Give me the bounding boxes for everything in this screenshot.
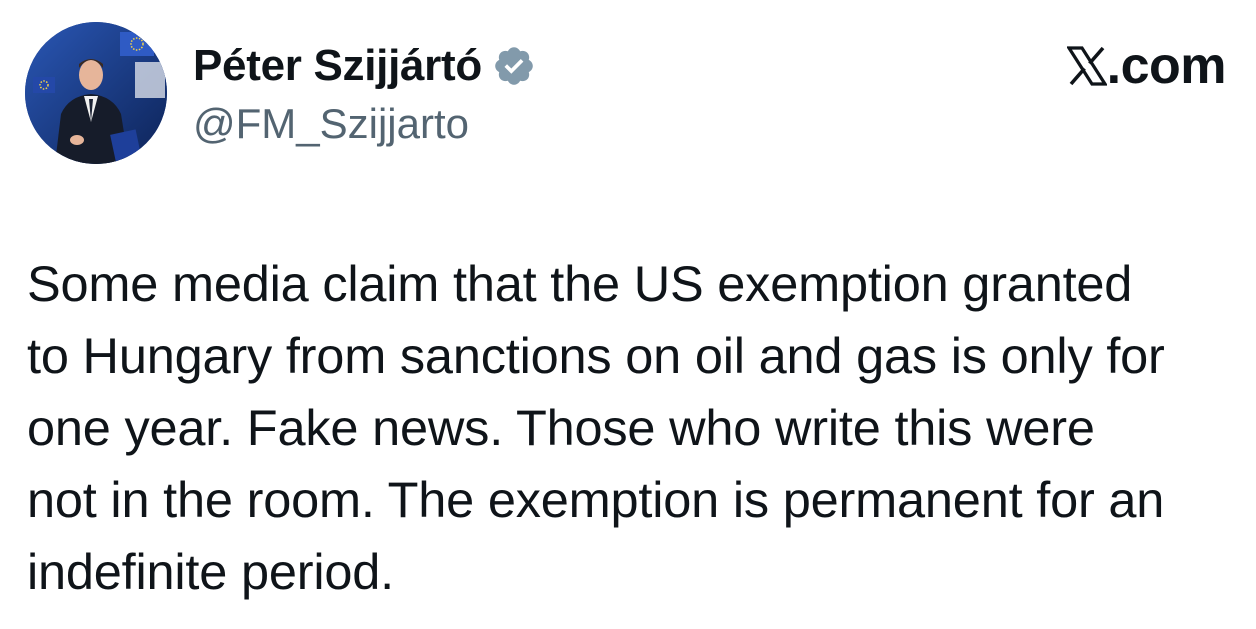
tweet-card: Péter Szijjártó @FM_Szijjarto .com Some … — [0, 0, 1256, 629]
author-avatar[interactable] — [25, 22, 167, 164]
author-handle[interactable]: @FM_Szijjarto — [193, 98, 469, 150]
verified-badge-icon — [492, 44, 536, 88]
profile-photo-icon — [25, 22, 167, 164]
tweet-text: Some media claim that the US exemption g… — [27, 255, 1165, 600]
site-domain: .com — [1106, 37, 1227, 95]
x-logo-icon — [1065, 46, 1108, 86]
site-brand: .com — [1065, 37, 1227, 95]
author-name-text: Péter Szijjártó — [193, 41, 482, 90]
author-display-name[interactable]: Péter Szijjártó — [193, 38, 536, 94]
